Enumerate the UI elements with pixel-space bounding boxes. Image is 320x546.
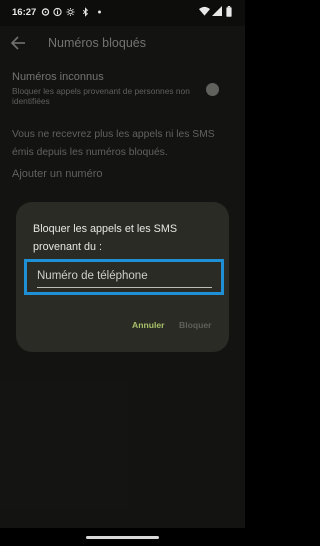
block-number-dialog: Bloquer les appels et les SMS provenant … bbox=[16, 202, 229, 352]
block-button[interactable]: Bloquer bbox=[179, 320, 211, 330]
wifi-icon bbox=[199, 6, 210, 16]
phone-screen: 16:27 Numéros bloqués Numéros inconnus B… bbox=[0, 0, 245, 546]
info-icon bbox=[53, 7, 62, 17]
phone-field-focus-highlight bbox=[24, 259, 224, 295]
phone-number-input[interactable] bbox=[37, 266, 212, 288]
brightness-icon bbox=[66, 7, 75, 17]
gesture-handle[interactable] bbox=[86, 536, 159, 539]
status-time: 16:27 bbox=[12, 7, 37, 18]
settings-icon bbox=[41, 8, 50, 16]
status-bar: 16:27 bbox=[0, 0, 245, 26]
battery-icon bbox=[226, 6, 232, 17]
dialog-title: Bloquer les appels et les SMS provenant … bbox=[33, 223, 178, 253]
bluetooth-icon bbox=[82, 7, 89, 17]
cancel-button[interactable]: Annuler bbox=[132, 320, 164, 330]
signal-icon bbox=[212, 6, 222, 16]
dot-icon bbox=[98, 10, 101, 14]
navigation-bar bbox=[0, 528, 245, 546]
